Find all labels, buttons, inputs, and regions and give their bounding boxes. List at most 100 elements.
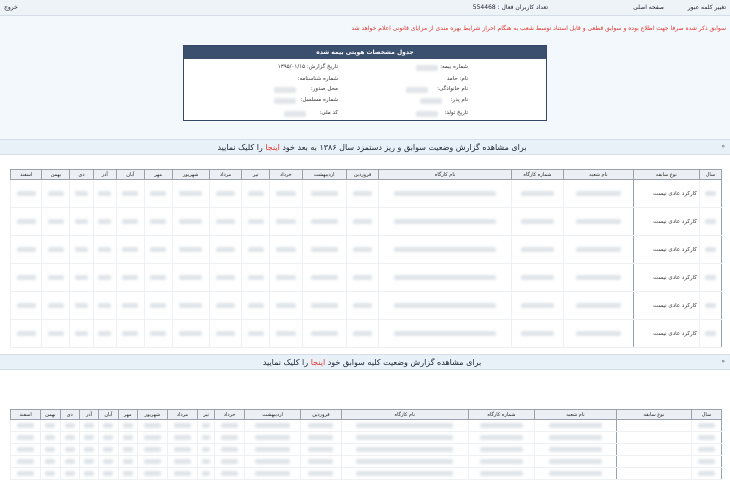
redacted-value	[520, 303, 554, 308]
table-row: کارکرد عادی نیست	[9, 179, 723, 208]
column-header: مرداد	[166, 409, 198, 420]
redacted-cell	[143, 207, 173, 236]
redacted-value	[98, 303, 112, 308]
column-header: آبان	[98, 409, 119, 420]
redacted-value	[84, 435, 95, 440]
home-link[interactable]: صفحه اصلی	[633, 4, 664, 11]
section-title-suffix: را کلیک نمایید	[217, 143, 263, 152]
section-title-all: برای مشاهده گزارش وضعیت کلیه سوابق خود ا…	[32, 358, 712, 367]
redacted-value	[575, 303, 622, 308]
redacted-cell	[92, 319, 117, 348]
record-type-cell	[615, 455, 692, 468]
redacted-cell	[9, 467, 41, 480]
redacted-cell	[300, 431, 342, 444]
redacted-value	[201, 435, 211, 440]
column-header: تیر	[241, 169, 271, 180]
redacted-value	[143, 459, 162, 464]
redacted-cell	[244, 443, 301, 456]
redacted-value	[16, 471, 35, 476]
change-password-link[interactable]: تغییر کلمه عبور	[688, 4, 726, 11]
father-name-label: نام پدر:	[450, 97, 468, 103]
redacted-cell	[136, 467, 168, 480]
redacted-cell	[340, 431, 469, 444]
redacted-cell	[690, 443, 723, 456]
table-header-row: سال نوع سابقه نام شعبه شماره کارگاه نام کارگ…	[9, 169, 723, 180]
redacted-value	[122, 303, 139, 308]
redacted-cell	[301, 291, 347, 320]
redacted-value	[276, 275, 296, 280]
redacted-value	[254, 447, 291, 452]
redacted-cell	[40, 419, 61, 432]
redacted-cell	[59, 443, 80, 456]
redacted-value	[84, 471, 95, 476]
redacted-cell	[244, 419, 301, 432]
redacted-cell	[41, 263, 70, 292]
redacted-cell	[563, 207, 634, 236]
column-header: اسفند	[9, 169, 43, 180]
redacted-cell	[69, 179, 94, 208]
redacted-value	[276, 303, 296, 308]
redacted-cell	[59, 431, 80, 444]
column-header: شهریور	[171, 169, 210, 180]
insured-identity-table: جدول مشخصات هویتی بیمه شده شماره بیمه: ن…	[183, 45, 547, 121]
redacted-cell	[9, 179, 42, 208]
redacted-cell	[345, 179, 379, 208]
column-header: بهمن	[40, 409, 61, 420]
redacted-value	[215, 275, 236, 280]
redacted-value	[16, 275, 36, 280]
column-header: سال	[690, 409, 723, 420]
redacted-cell	[98, 455, 118, 468]
redacted-value	[310, 275, 338, 280]
redacted-value	[356, 459, 454, 464]
redacted-value	[308, 471, 334, 476]
redacted-value	[143, 447, 162, 452]
serial-number-value	[274, 98, 296, 104]
redacted-value	[103, 435, 114, 440]
redacted-cell	[301, 235, 347, 264]
section-title-prefix: برای مشاهده گزارش وضعیت کلیه سوابق خود	[327, 358, 482, 367]
redacted-value	[47, 191, 64, 196]
redacted-cell	[9, 291, 42, 320]
redacted-cell	[92, 235, 117, 264]
redacted-cell	[196, 455, 215, 468]
redacted-cell	[467, 443, 535, 456]
redacted-cell	[698, 319, 723, 348]
redacted-cell	[9, 419, 41, 432]
redacted-value	[179, 275, 202, 280]
expand-marker-icon[interactable]: «	[721, 143, 725, 150]
father-name-value	[420, 98, 442, 104]
redacted-value	[548, 459, 603, 464]
column-header: فروردین	[345, 169, 380, 180]
redacted-cell	[690, 431, 723, 444]
redacted-cell	[41, 291, 70, 320]
logout-link[interactable]: خروج	[4, 4, 18, 11]
redacted-cell	[241, 263, 270, 292]
redacted-value	[47, 331, 64, 336]
redacted-value	[308, 423, 334, 428]
redacted-cell	[534, 419, 617, 432]
click-here-link-all[interactable]: اینجا	[311, 358, 325, 367]
redacted-value	[16, 459, 35, 464]
redacted-cell	[115, 291, 145, 320]
redacted-cell	[143, 291, 173, 320]
expand-marker-icon[interactable]: «	[721, 358, 725, 365]
redacted-value	[47, 275, 64, 280]
redacted-value	[308, 459, 334, 464]
redacted-cell	[92, 291, 117, 320]
redacted-cell	[214, 455, 245, 468]
redacted-value	[103, 447, 114, 452]
redacted-value	[352, 275, 373, 280]
redacted-cell	[269, 319, 303, 348]
column-header: آذر	[92, 169, 117, 180]
redacted-cell	[9, 319, 42, 348]
redacted-cell	[115, 263, 145, 292]
redacted-cell	[115, 235, 145, 264]
redacted-cell	[171, 319, 210, 348]
issue-place-label: محل صدور:	[310, 86, 338, 92]
click-here-link-1386[interactable]: اینجا	[265, 143, 279, 152]
redacted-cell	[41, 207, 70, 236]
column-header: نام کارگاه	[340, 409, 469, 420]
redacted-value	[548, 435, 603, 440]
redacted-value	[103, 459, 114, 464]
redacted-cell	[117, 443, 138, 456]
